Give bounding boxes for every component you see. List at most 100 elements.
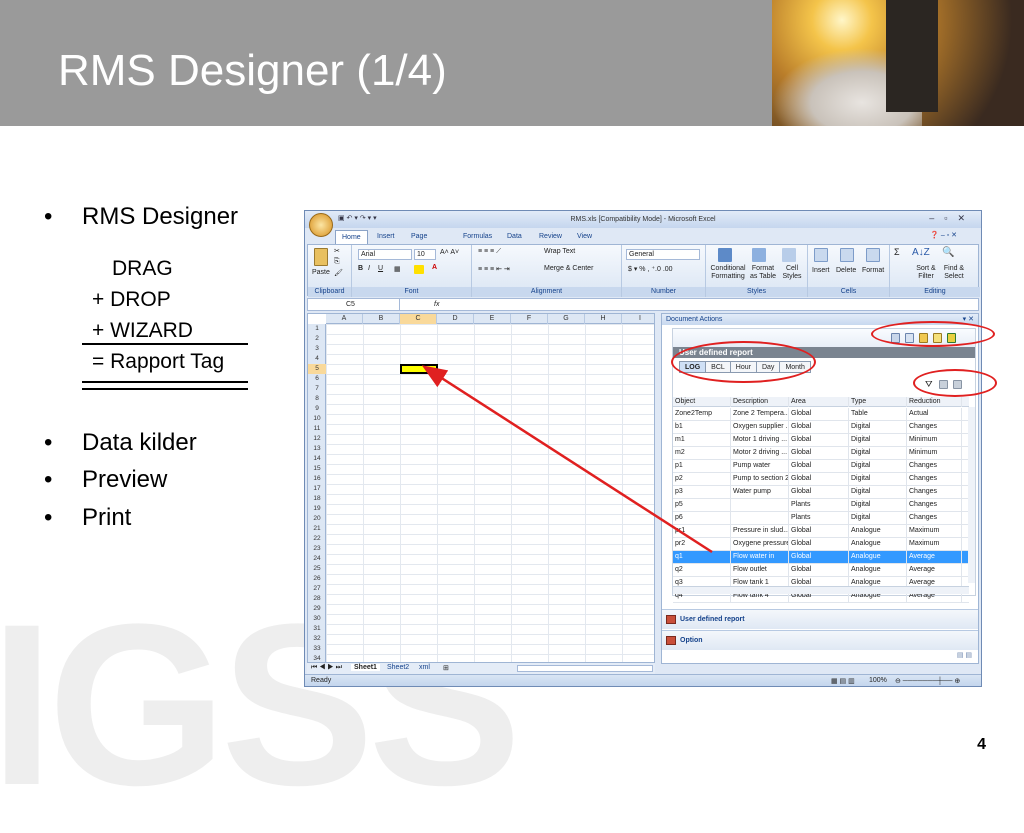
view-buttons-icon[interactable]: ▦ ▤ ▥ (831, 677, 855, 685)
column-header[interactable]: H (585, 314, 622, 324)
format-button[interactable]: Format (862, 267, 884, 274)
row-header[interactable]: 29 (308, 604, 326, 614)
tab-data[interactable]: Data (507, 230, 522, 244)
column-header[interactable]: G (548, 314, 585, 324)
header-object[interactable]: Object (673, 397, 731, 407)
column-header[interactable]: F (511, 314, 548, 324)
grid-row[interactable]: Zone2Temp Zone 2 Tempera... Global Table Act… (673, 408, 969, 421)
font-size-select[interactable]: 10 (414, 249, 436, 260)
tab-formulas[interactable]: Formulas (463, 230, 492, 244)
paste-icon[interactable] (314, 248, 328, 266)
grid-row[interactable]: b1 Oxygen supplier ... Global Digital Change… (673, 421, 969, 434)
row-header[interactable]: 5 (308, 364, 326, 374)
row-header[interactable]: 2 (308, 334, 326, 344)
delete-cells-icon[interactable] (840, 248, 854, 262)
row-header[interactable]: 32 (308, 634, 326, 644)
wrap-text-button[interactable]: Wrap Text (544, 248, 575, 255)
column-header[interactable]: D (437, 314, 474, 324)
header-area[interactable]: Area (789, 397, 849, 407)
row-header[interactable]: 10 (308, 414, 326, 424)
cell-grid[interactable] (326, 324, 654, 662)
insert-button[interactable]: Insert (812, 267, 830, 274)
grid-row[interactable]: p2 Pump to section 2 Global Digital Changes (673, 473, 969, 486)
grid-row[interactable]: m2 Motor 2 driving ... Global Digital Minimu… (673, 447, 969, 460)
sheet-tab-2[interactable]: Sheet2 (387, 664, 409, 671)
bold-button[interactable]: B (358, 265, 363, 272)
conditional-formatting-icon[interactable] (718, 248, 732, 262)
row-header[interactable]: 21 (308, 524, 326, 534)
row-header[interactable]: 17 (308, 484, 326, 494)
sheet-tab-1[interactable]: Sheet1 (351, 664, 380, 671)
row-header[interactable]: 31 (308, 624, 326, 634)
header-type[interactable]: Type (849, 397, 907, 407)
row-header[interactable]: 3 (308, 344, 326, 354)
row-header[interactable]: 4 (308, 354, 326, 364)
grid-row[interactable]: p6 Plants Digital Changes (673, 512, 969, 525)
column-header[interactable]: B (363, 314, 400, 324)
row-header[interactable]: 27 (308, 584, 326, 594)
column-header[interactable]: E (474, 314, 511, 324)
row-header[interactable]: 25 (308, 564, 326, 574)
conditional-formatting-button[interactable]: Conditional Formatting (708, 265, 748, 281)
office-button-icon[interactable] (309, 213, 333, 237)
grow-font-icon[interactable]: A˄ A˅ (440, 249, 459, 256)
paste-button[interactable]: Paste (312, 269, 330, 276)
row-header[interactable]: 8 (308, 394, 326, 404)
header-description[interactable]: Description (731, 397, 789, 407)
column-header[interactable]: I (622, 314, 654, 324)
row-header[interactable]: 13 (308, 444, 326, 454)
cell-styles-icon[interactable] (782, 248, 796, 262)
window-controls[interactable]: –▫✕ (929, 213, 975, 224)
cut-icon[interactable]: ✂ (334, 247, 340, 255)
row-header[interactable]: 14 (308, 454, 326, 464)
column-header[interactable]: A (326, 314, 363, 324)
fx-icon[interactable]: fx (434, 299, 439, 310)
selected-cell-c5[interactable] (400, 364, 438, 374)
grid-row[interactable]: q1 Flow water in Global Analogue Average (673, 551, 969, 564)
zoom-slider[interactable]: ⊖ ───────┼── ⊕ (895, 677, 960, 685)
grid-row[interactable]: p3 Water pump Global Digital Changes (673, 486, 969, 499)
worksheet[interactable]: A B C D E F G H I 1 2 3 4 5 6 7 8 9 10 11 12 13 14 15 1… (307, 313, 655, 663)
grid-horizontal-scrollbar[interactable] (673, 586, 969, 594)
row-header[interactable]: 26 (308, 574, 326, 584)
row-header[interactable]: 18 (308, 494, 326, 504)
grid-vertical-scrollbar[interactable] (968, 407, 975, 583)
help-icon[interactable]: ❓ – ▫ ✕ (930, 231, 957, 239)
underline-button[interactable]: U (378, 265, 383, 272)
row-header[interactable]: 7 (308, 384, 326, 394)
row-header[interactable]: 24 (308, 554, 326, 564)
section-option[interactable]: Option (662, 630, 978, 650)
row-header[interactable]: 1 (308, 324, 326, 334)
sheet-tab-xml[interactable]: xml (419, 664, 430, 671)
tab-review[interactable]: Review (539, 230, 562, 244)
section-user-defined-report[interactable]: User defined report (662, 609, 978, 629)
insert-sheet-icon[interactable]: ⊞ (443, 664, 449, 672)
column-header[interactable]: C (400, 314, 437, 324)
align-left-icon[interactable]: ≡ ≡ ≡ ⇤ ⇥ (478, 265, 510, 273)
format-as-table-button[interactable]: Format as Table (748, 265, 778, 281)
delete-button[interactable]: Delete (836, 267, 856, 274)
tab-page-layout[interactable]: Page Layout (411, 230, 432, 254)
font-name-select[interactable]: Arial (358, 249, 412, 260)
grid-row[interactable]: q2 Flow outlet Global Analogue Average (673, 564, 969, 577)
sheet-nav-arrows-icon[interactable]: ⏮ ◀ ▶ ⏭ (311, 664, 342, 672)
grid-row[interactable]: pr1 Pressure in slud... Global Analogue Maxi… (673, 525, 969, 538)
tab-home[interactable]: Home (335, 230, 368, 244)
row-header[interactable]: 34 (308, 654, 326, 662)
fill-color-icon[interactable] (414, 265, 424, 274)
zoom-level[interactable]: 100% (869, 677, 887, 684)
find-icon[interactable]: 🔍 (942, 247, 954, 258)
row-header[interactable]: 28 (308, 594, 326, 604)
grid-row[interactable]: pr2 Oxygene pressure Global Analogue Maximum (673, 538, 969, 551)
formula-bar[interactable]: C5 fx (307, 298, 979, 311)
autosum-icon[interactable]: Σ (894, 247, 900, 257)
grid-row[interactable]: m1 Motor 1 driving ... Global Digital Minimu… (673, 434, 969, 447)
quick-access-toolbar[interactable]: ▣ ↶ ▾ ↷ ▾ ▾ (338, 214, 377, 222)
header-reduction[interactable]: Reduction (907, 397, 962, 407)
number-format-select[interactable]: General (626, 249, 700, 260)
horizontal-scrollbar[interactable] (517, 665, 653, 672)
currency-icon[interactable]: $ ▾ % , ⁺.0 .00 (628, 265, 673, 273)
cell-styles-button[interactable]: Cell Styles (780, 265, 804, 281)
tab-view[interactable]: View (577, 230, 592, 244)
copy-icon[interactable]: ⎘ (334, 258, 340, 266)
